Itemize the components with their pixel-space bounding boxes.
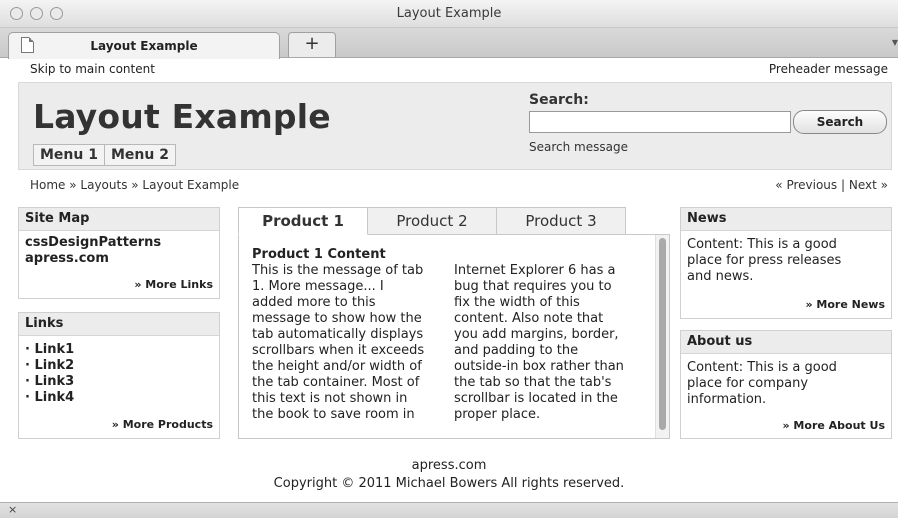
sitemap-link[interactable]: cssDesignPatterns <box>25 235 213 251</box>
browser-tab-label: Layout Example <box>90 39 198 53</box>
site-header: Layout Example Menu 1 Menu 2 Search: Sea… <box>18 82 892 170</box>
skip-to-main-link[interactable]: Skip to main content <box>30 62 155 76</box>
search-button[interactable]: Search <box>793 110 887 134</box>
tab-product-2[interactable]: Product 2 <box>367 207 497 235</box>
links-title: Links <box>19 313 219 336</box>
more-links-link[interactable]: » More Links <box>134 278 213 291</box>
menu-2-button[interactable]: Menu 2 <box>104 144 176 166</box>
scroll-thumb[interactable] <box>659 238 666 430</box>
links-box: Links · Link1 · Link2 · Link3 · Link4 » … <box>18 312 220 439</box>
preheader-message: Preheader message <box>768 62 888 76</box>
new-tab-button[interactable]: + <box>288 32 336 57</box>
tab-scrollbar[interactable] <box>655 235 669 438</box>
search-label: Search: <box>529 92 589 108</box>
list-item[interactable]: · Link4 <box>25 390 213 406</box>
pager: « Previous | Next » <box>775 178 888 192</box>
tab-product-1[interactable]: Product 1 <box>238 207 368 235</box>
product-tabs: Product 1 Product 2 Product 3 Product 1 … <box>238 207 670 439</box>
news-title: News <box>681 208 891 231</box>
close-icon[interactable]: × <box>8 503 17 516</box>
list-item[interactable]: · Link2 <box>25 358 213 374</box>
pager-separator: | <box>841 178 846 192</box>
chevron-down-icon[interactable]: ▼ <box>892 38 898 47</box>
footer-copyright: Copyright © 2011 Michael Bowers All righ… <box>273 476 625 491</box>
search-input[interactable] <box>529 111 791 133</box>
sitemap-box: Site Map cssDesignPatterns apress.com » … <box>18 207 220 299</box>
more-about-link[interactable]: » More About Us <box>783 419 886 432</box>
tab-product-3[interactable]: Product 3 <box>496 207 626 235</box>
browser-tab[interactable]: Layout Example <box>8 32 280 59</box>
about-title: About us <box>681 331 891 354</box>
window-title: Layout Example <box>396 6 502 21</box>
site-title: Layout Example <box>33 97 331 136</box>
sitemap-link[interactable]: apress.com <box>25 251 213 267</box>
product-content-column-1: Product 1 Content This is the message of… <box>252 247 448 423</box>
list-item[interactable]: · Link1 <box>25 342 213 358</box>
next-link[interactable]: Next » <box>849 178 888 192</box>
menu-1-button[interactable]: Menu 1 <box>33 144 105 166</box>
window-titlebar: Layout Example <box>0 0 898 28</box>
previous-link[interactable]: « Previous <box>775 178 837 192</box>
breadcrumb[interactable]: Home » Layouts » Layout Example <box>30 178 239 192</box>
tab-panel: Product 1 Content This is the message of… <box>238 234 670 439</box>
about-box: About us Content: This is a good place f… <box>680 330 892 439</box>
browser-tabbar: Layout Example + ▼ <box>0 28 898 59</box>
footer-site: apress.com <box>411 458 487 473</box>
search-message: Search message <box>529 140 628 154</box>
news-box: News Content: This is a good place for p… <box>680 207 892 319</box>
more-products-link[interactable]: » More Products <box>112 418 213 431</box>
sitemap-title: Site Map <box>19 208 219 231</box>
product-content-column-2: Internet Explorer 6 has a bug that requi… <box>454 263 624 422</box>
list-item[interactable]: · Link3 <box>25 374 213 390</box>
status-bar: × <box>0 502 898 518</box>
more-news-link[interactable]: » More News <box>805 298 885 311</box>
product-content-heading: Product 1 Content <box>252 247 386 262</box>
